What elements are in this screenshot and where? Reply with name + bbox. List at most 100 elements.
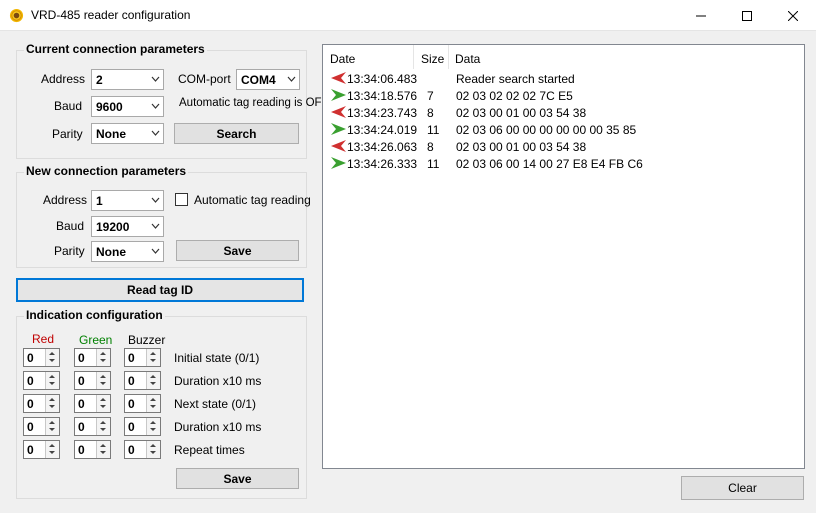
- green-spinner-value: 0: [78, 351, 85, 365]
- current-address-value: 2: [96, 73, 103, 87]
- spinner-arrows[interactable]: [45, 349, 59, 366]
- red-spinner[interactable]: 0: [23, 440, 60, 459]
- spin-down-icon[interactable]: [150, 451, 156, 454]
- spin-down-icon[interactable]: [49, 428, 55, 431]
- buzzer-spinner[interactable]: 0: [124, 440, 161, 459]
- spinner-arrows[interactable]: [146, 395, 160, 412]
- spin-down-icon[interactable]: [100, 359, 106, 362]
- spinner-arrows[interactable]: [45, 418, 59, 435]
- buzzer-spinner[interactable]: 0: [124, 394, 161, 413]
- title-bar: VRD-485 reader configuration: [0, 0, 816, 31]
- clear-button[interactable]: Clear: [681, 476, 804, 500]
- column-size[interactable]: Size: [421, 52, 444, 66]
- spin-up-icon[interactable]: [150, 375, 156, 378]
- spinner-arrows[interactable]: [96, 395, 110, 412]
- new-parity-value: None: [96, 245, 126, 259]
- spinner-arrows[interactable]: [146, 349, 160, 366]
- column-divider[interactable]: [413, 45, 414, 69]
- auto-reading-checkbox[interactable]: [175, 193, 188, 206]
- spin-up-icon[interactable]: [49, 375, 55, 378]
- log-row[interactable]: 13:34:26.063 8 02 03 00 01 00 03 54 38: [323, 138, 804, 155]
- save-connection-button[interactable]: Save: [176, 240, 299, 261]
- spin-up-icon[interactable]: [100, 444, 106, 447]
- read-tag-id-button[interactable]: Read tag ID: [16, 278, 304, 302]
- spin-down-icon[interactable]: [49, 405, 55, 408]
- green-spinner[interactable]: 0: [74, 394, 111, 413]
- spin-down-icon[interactable]: [150, 405, 156, 408]
- spinner-arrows[interactable]: [146, 418, 160, 435]
- chevron-down-icon: [151, 197, 160, 203]
- buzzer-spinner[interactable]: 0: [124, 371, 161, 390]
- spin-down-icon[interactable]: [100, 405, 106, 408]
- spin-up-icon[interactable]: [150, 398, 156, 401]
- current-parity-select[interactable]: None: [91, 123, 164, 144]
- spin-up-icon[interactable]: [100, 352, 106, 355]
- log-row[interactable]: 13:34:23.743 8 02 03 00 01 00 03 54 38: [323, 104, 804, 121]
- spin-up-icon[interactable]: [100, 421, 106, 424]
- spinner-arrows[interactable]: [146, 372, 160, 389]
- spin-up-icon[interactable]: [150, 352, 156, 355]
- spinner-arrows[interactable]: [96, 418, 110, 435]
- buzzer-spinner[interactable]: 0: [124, 417, 161, 436]
- red-spinner[interactable]: 0: [23, 371, 60, 390]
- green-spinner[interactable]: 0: [74, 417, 111, 436]
- spinner-arrows[interactable]: [45, 395, 59, 412]
- spin-down-icon[interactable]: [49, 451, 55, 454]
- close-icon: [788, 10, 798, 21]
- spinner-arrows[interactable]: [146, 441, 160, 458]
- spinner-arrows[interactable]: [96, 441, 110, 458]
- spin-up-icon[interactable]: [49, 444, 55, 447]
- spin-down-icon[interactable]: [49, 382, 55, 385]
- spin-down-icon[interactable]: [100, 382, 106, 385]
- log-row[interactable]: 13:34:18.576 7 02 03 02 02 02 7C E5: [323, 87, 804, 104]
- save-indication-button[interactable]: Save: [176, 468, 299, 489]
- new-address-select[interactable]: 1: [91, 190, 164, 211]
- spin-up-icon[interactable]: [150, 421, 156, 424]
- column-data[interactable]: Data: [455, 52, 480, 66]
- green-header: Green: [79, 333, 113, 347]
- spinner-arrows[interactable]: [45, 441, 59, 458]
- close-button[interactable]: [770, 0, 816, 31]
- log-row[interactable]: 13:34:24.019 11 02 03 06 00 00 00 00 00 00…: [323, 121, 804, 138]
- spinner-arrows[interactable]: [45, 372, 59, 389]
- minimize-button[interactable]: [678, 0, 724, 31]
- column-divider[interactable]: [448, 45, 449, 69]
- red-spinner[interactable]: 0: [23, 417, 60, 436]
- spin-up-icon[interactable]: [150, 444, 156, 447]
- green-spinner[interactable]: 0: [74, 348, 111, 367]
- spin-down-icon[interactable]: [150, 428, 156, 431]
- comport-select[interactable]: COM4: [236, 69, 300, 90]
- spin-up-icon[interactable]: [100, 398, 106, 401]
- spinner-arrows[interactable]: [96, 349, 110, 366]
- log-header: Date Size Data: [323, 45, 804, 71]
- spin-down-icon[interactable]: [150, 382, 156, 385]
- green-spinner[interactable]: 0: [74, 440, 111, 459]
- log-list[interactable]: Date Size Data 13:34:06.483 Reader search…: [322, 44, 805, 469]
- spin-down-icon[interactable]: [100, 451, 106, 454]
- red-spinner-value: 0: [27, 420, 34, 434]
- new-parity-select[interactable]: None: [91, 241, 164, 262]
- comport-value: COM4: [241, 73, 276, 87]
- green-spinner[interactable]: 0: [74, 371, 111, 390]
- new-baud-select[interactable]: 19200: [91, 216, 164, 237]
- red-spinner[interactable]: 0: [23, 394, 60, 413]
- spinner-arrows[interactable]: [96, 372, 110, 389]
- spin-up-icon[interactable]: [100, 375, 106, 378]
- log-row[interactable]: 13:34:06.483 Reader search started: [323, 70, 804, 87]
- log-date: 13:34:26.333: [347, 157, 418, 171]
- spin-down-icon[interactable]: [49, 359, 55, 362]
- buzzer-spinner[interactable]: 0: [124, 348, 161, 367]
- current-address-select[interactable]: 2: [91, 69, 164, 90]
- current-baud-select[interactable]: 9600: [91, 96, 164, 117]
- sunflower-app-icon: [9, 8, 24, 23]
- red-spinner[interactable]: 0: [23, 348, 60, 367]
- spin-down-icon[interactable]: [150, 359, 156, 362]
- maximize-button[interactable]: [724, 0, 770, 31]
- log-row[interactable]: 13:34:26.333 11 02 03 06 00 14 00 27 E8 E4…: [323, 155, 804, 172]
- spin-down-icon[interactable]: [100, 428, 106, 431]
- spin-up-icon[interactable]: [49, 352, 55, 355]
- search-button[interactable]: Search: [174, 123, 299, 144]
- column-date[interactable]: Date: [330, 52, 355, 66]
- spin-up-icon[interactable]: [49, 398, 55, 401]
- spin-up-icon[interactable]: [49, 421, 55, 424]
